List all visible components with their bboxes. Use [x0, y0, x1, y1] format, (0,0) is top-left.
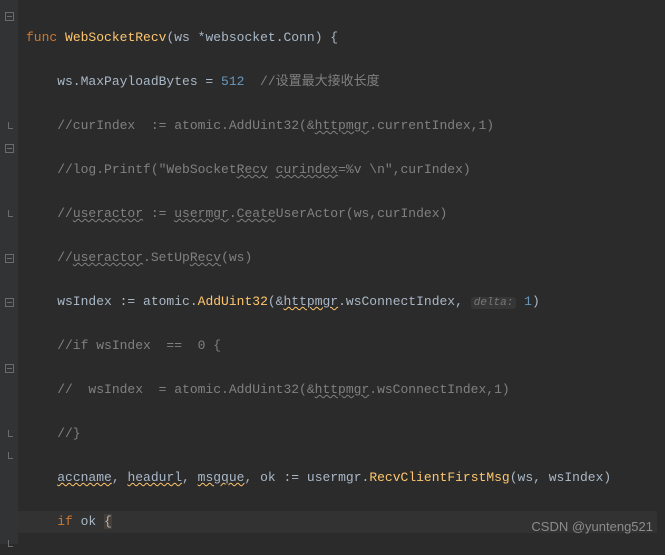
fold-icon[interactable] [0, 247, 18, 269]
watermark: CSDN @yunteng521 [531, 519, 653, 534]
code-line[interactable]: //useractor := usermgr.CeateUserActor(ws… [26, 203, 657, 225]
code-line[interactable]: //} [26, 423, 657, 445]
code-line[interactable]: //log.Printf("WebSocketRecv curindex=%v … [26, 159, 657, 181]
code-line[interactable]: //curIndex := atomic.AddUint32(&httpmgr.… [26, 115, 657, 137]
fold-close-icon[interactable] [0, 423, 18, 445]
fold-icon[interactable] [0, 357, 18, 379]
code-line[interactable]: func WebSocketRecv(ws *websocket.Conn) { [26, 27, 657, 49]
fold-close-icon[interactable] [0, 533, 18, 555]
code-line[interactable]: wsIndex := atomic.AddUint32(&httpmgr.wsC… [26, 291, 657, 313]
fold-close-icon[interactable] [0, 203, 18, 225]
code-line[interactable]: //useractor.SetUpRecv(ws) [26, 247, 657, 269]
fold-icon[interactable] [0, 291, 18, 313]
fold-icon[interactable] [0, 137, 18, 159]
code-line[interactable]: // wsIndex = atomic.AddUint32(&httpmgr.w… [26, 379, 657, 401]
code-line[interactable]: //if wsIndex == 0 { [26, 335, 657, 357]
code-line[interactable]: ws.MaxPayloadBytes = 512 //设置最大接收长度 [26, 71, 657, 93]
fold-icon[interactable] [0, 5, 18, 27]
code-editor[interactable]: func WebSocketRecv(ws *websocket.Conn) {… [0, 0, 665, 544]
fold-close-icon[interactable] [0, 445, 18, 467]
fold-close-icon[interactable] [0, 115, 18, 137]
code-area[interactable]: func WebSocketRecv(ws *websocket.Conn) {… [18, 0, 665, 544]
code-line[interactable]: accname, headurl, msgque, ok := usermgr.… [26, 467, 657, 489]
gutter [0, 0, 18, 544]
